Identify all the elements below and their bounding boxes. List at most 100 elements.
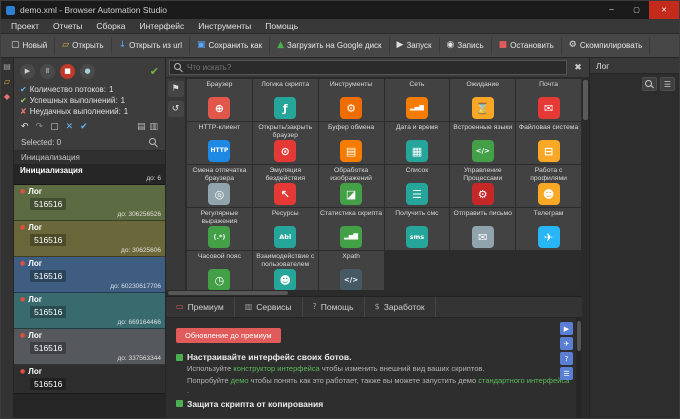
action-category-cell[interactable]: Регулярные выражения (.*) bbox=[187, 208, 252, 250]
toolbar-button[interactable]: ▲ Загрузить на Google диск bbox=[270, 37, 389, 55]
play-button[interactable]: ▶ bbox=[20, 64, 35, 79]
action-category-cell[interactable]: Отправить письмо ✉ bbox=[450, 208, 515, 250]
action-category-cell[interactable]: Список ☰ bbox=[385, 165, 450, 207]
action-category-cell[interactable]: Управление Процессами ⚙ bbox=[450, 165, 515, 207]
log-search-button[interactable] bbox=[642, 77, 657, 91]
minimize-button[interactable]: ─ bbox=[599, 1, 624, 19]
script-step-row[interactable]: ● Лог 516516 bbox=[14, 365, 165, 394]
menu-item[interactable]: Отчеты bbox=[46, 21, 89, 31]
toolbar-button[interactable]: ■ Остановить bbox=[492, 37, 562, 55]
menu-item[interactable]: Инструменты bbox=[191, 21, 258, 31]
action-category-cell[interactable]: Ожидание ⌛ bbox=[450, 79, 515, 121]
action-category-cell[interactable]: Часовой пояс ◷ bbox=[187, 251, 252, 290]
close-button[interactable]: ✕ bbox=[649, 1, 679, 19]
action-category-cell[interactable]: Обработка изображений ◪ bbox=[319, 165, 384, 207]
action-category-cell[interactable]: Файловая система ⊟ bbox=[516, 122, 581, 164]
info-tab[interactable]: $ Заработок bbox=[365, 297, 436, 317]
script-step-row[interactable]: ● Лог 516516 до: 306256526 bbox=[14, 185, 165, 221]
send-mail-icon: ✉ bbox=[472, 226, 494, 248]
scrollbar-thumb[interactable] bbox=[168, 291, 288, 295]
toolbar-button[interactable]: ▢ Новый bbox=[4, 37, 55, 55]
copy-step-button[interactable]: ▢ bbox=[50, 123, 59, 132]
action-category-cell[interactable]: Встроенные языки </> bbox=[450, 122, 515, 164]
playback-buttons: ▶ Ⅱ ■ ● bbox=[20, 64, 95, 79]
menu-item[interactable]: Помощь bbox=[258, 21, 305, 31]
toolbar-button[interactable]: ⚙ Скомпилировать bbox=[562, 37, 651, 55]
panel-split-button[interactable]: ▥ bbox=[149, 123, 158, 132]
info-tab[interactable]: ▥ Сервисы bbox=[235, 297, 303, 317]
record-button[interactable]: ● bbox=[80, 64, 95, 79]
action-category-cell[interactable]: Почта ✉ bbox=[516, 79, 581, 121]
menu-item[interactable]: Интерфейс bbox=[133, 21, 192, 31]
action-category-cell[interactable]: Взаимодействие с пользователем ☻ bbox=[253, 251, 318, 290]
script-section-header[interactable]: Инициализация bbox=[14, 150, 165, 164]
toolbar-button[interactable]: ↓ Открыть из url bbox=[112, 37, 190, 55]
maximize-button[interactable]: ▢ bbox=[624, 1, 649, 19]
action-category-cell[interactable]: Ресурсы Abl bbox=[253, 208, 318, 250]
scrollbar-thumb[interactable] bbox=[577, 321, 581, 351]
action-category-cell[interactable]: Дата и время ▦ bbox=[385, 122, 450, 164]
pause-button[interactable]: Ⅱ bbox=[40, 64, 55, 79]
action-category-cell[interactable]: Логика скрипта ƒ bbox=[253, 79, 318, 121]
success-toggle-icon[interactable]: ✔ bbox=[150, 65, 159, 78]
redo-button[interactable]: ↷ bbox=[36, 123, 44, 132]
script-section-label: Инициализация bbox=[21, 153, 80, 162]
apply-button[interactable]: ✔ bbox=[80, 123, 88, 132]
toolbar-button-label: Загрузить на Google диск bbox=[287, 41, 382, 50]
undo-button[interactable]: ↶ bbox=[21, 123, 29, 132]
action-category-label: Взаимодействие с пользователем bbox=[254, 253, 317, 269]
search-steps-icon[interactable] bbox=[149, 138, 158, 147]
toolbar-button[interactable]: ▶ Запуск bbox=[390, 37, 440, 55]
open-url-icon: ↓ bbox=[119, 41, 127, 50]
menu-item[interactable]: Сборка bbox=[89, 21, 132, 31]
step-value: 516516 bbox=[30, 306, 66, 318]
action-category-label: Часовой пояс bbox=[188, 253, 251, 269]
action-category-cell[interactable]: Открыть/закрыть браузер ⊙ bbox=[253, 122, 318, 164]
info-tab[interactable]: ▭ Премиум bbox=[166, 297, 235, 317]
action-category-cell[interactable]: Работа с профилями ☻ bbox=[516, 165, 581, 207]
upgrade-premium-button[interactable]: Обновление до премиум bbox=[176, 328, 281, 343]
action-category-cell[interactable]: Инструменты ⚙ bbox=[319, 79, 384, 121]
faq-button[interactable]: ? bbox=[560, 352, 573, 365]
toolbar-button[interactable]: ◉ Запись bbox=[440, 37, 492, 55]
standard-interface-demo-link[interactable]: стандартного интерфейса bbox=[478, 376, 569, 385]
resources-tab-icon[interactable]: ▱ bbox=[4, 78, 10, 86]
telegram-channel-button[interactable]: ✈ bbox=[560, 337, 573, 350]
info-tab[interactable]: ? Помощь bbox=[303, 297, 365, 317]
data-tab-icon[interactable]: ◆ bbox=[4, 93, 10, 101]
interface-constructor-link[interactable]: конструктор интерфейса bbox=[233, 364, 319, 373]
action-category-cell[interactable]: Браузер ⊕ bbox=[187, 79, 252, 121]
action-category-cell[interactable]: HTTP-клиент HTTP bbox=[187, 122, 252, 164]
action-category-cell[interactable]: Xpath </> bbox=[319, 251, 384, 290]
delete-step-button[interactable]: ✕ bbox=[66, 123, 74, 132]
close-search-icon[interactable]: ✖ bbox=[570, 63, 586, 73]
video-help-button[interactable]: ▶ bbox=[560, 322, 573, 335]
action-search-input[interactable] bbox=[187, 63, 562, 72]
step-title-row: Инициализация bbox=[20, 166, 161, 175]
panel-view-button[interactable]: ▤ bbox=[137, 123, 146, 132]
grid-vertical-scrollbar[interactable] bbox=[582, 78, 589, 418]
script-step-row[interactable]: Инициализация до: 6 bbox=[14, 164, 165, 185]
scrollbar-thumb[interactable] bbox=[583, 80, 588, 120]
menu-item[interactable]: Проект bbox=[4, 21, 46, 31]
toolbar-button[interactable]: ▱ Открыть bbox=[55, 37, 111, 55]
action-category-cell[interactable]: Эмуляция бездействия ↖ bbox=[253, 165, 318, 207]
action-category-cell[interactable]: Буфер обмена ▤ bbox=[319, 122, 384, 164]
more-menu-button[interactable]: ☰ bbox=[560, 367, 573, 380]
stop-button[interactable]: ■ bbox=[60, 64, 75, 79]
action-category-cell[interactable]: Получить смс sms bbox=[385, 208, 450, 250]
script-step-row[interactable]: ● Лог 516516 до: 337563344 bbox=[14, 329, 165, 365]
scripts-tab-icon[interactable]: ▤ bbox=[3, 63, 11, 71]
action-category-cell[interactable]: Сеть ▂▄▆ bbox=[385, 79, 450, 121]
script-step-row[interactable]: ● Лог 516516 до: 669164466 bbox=[14, 293, 165, 329]
action-category-cell[interactable]: Статистика скрипта ▂▅▇ bbox=[319, 208, 384, 250]
toolbar-button[interactable]: ▣ Сохранить как bbox=[190, 37, 270, 55]
log-list-button[interactable]: ☰ bbox=[660, 77, 675, 91]
bookmarks-icon[interactable]: ⚑ bbox=[168, 81, 184, 97]
script-step-row[interactable]: ● Лог 516516 до: 60230617706 bbox=[14, 257, 165, 293]
script-step-row[interactable]: ● Лог 516516 до: 30625606 bbox=[14, 221, 165, 257]
action-category-cell[interactable]: Смена отпечатка браузера ◎ bbox=[187, 165, 252, 207]
history-icon[interactable]: ↺ bbox=[168, 101, 184, 117]
action-category-cell[interactable]: Телеграм ✈ bbox=[516, 208, 581, 250]
demo-link[interactable]: демо bbox=[231, 376, 249, 385]
